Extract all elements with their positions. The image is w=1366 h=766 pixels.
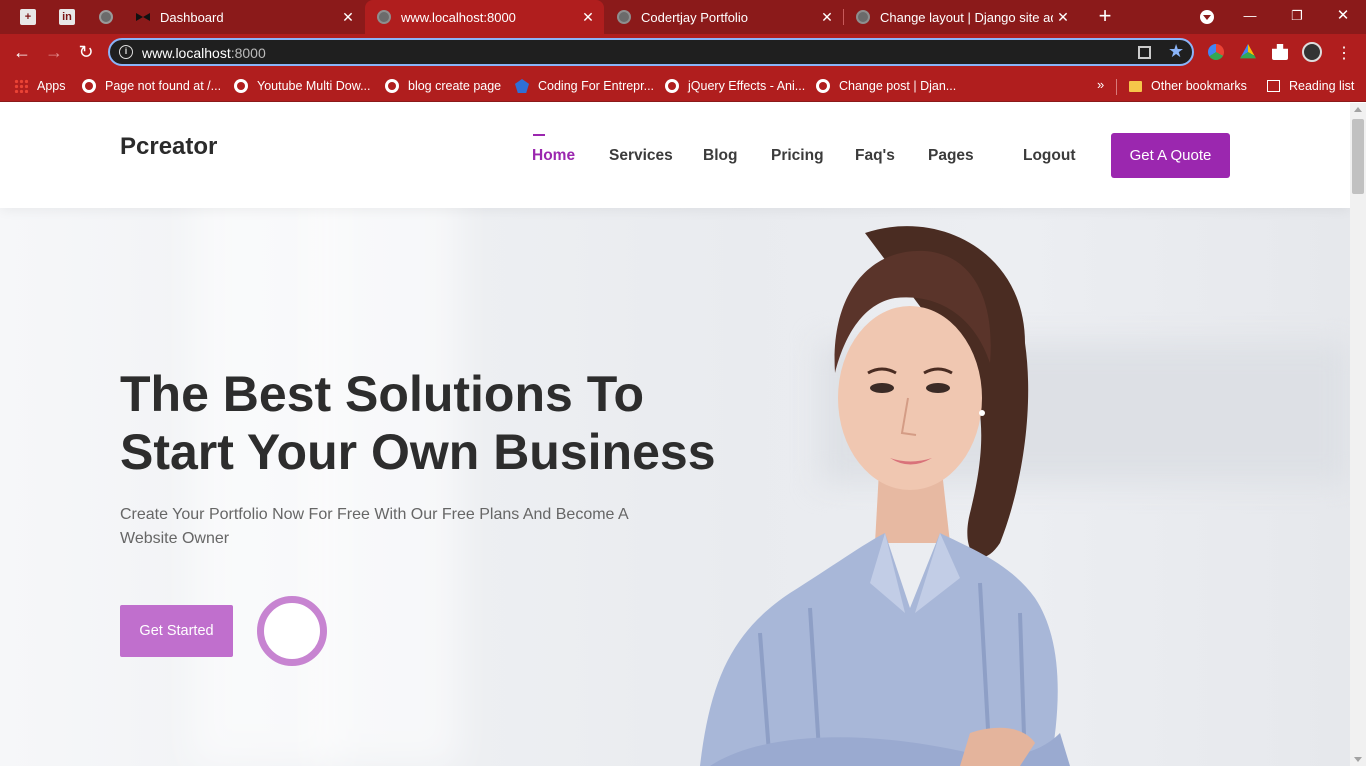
forward-button[interactable]: →: [43, 41, 65, 63]
back-button[interactable]: ←: [11, 41, 33, 63]
nav-services[interactable]: Services: [609, 147, 673, 165]
nav-pricing[interactable]: Pricing: [771, 147, 824, 165]
more-bookmarks-chevron[interactable]: »: [1097, 77, 1104, 92]
tab-title: Change layout | Django site adm: [880, 9, 1053, 25]
globe-icon: [385, 79, 399, 93]
drive-icon[interactable]: [1240, 44, 1256, 59]
globe-icon: [377, 10, 391, 24]
apps-grid-icon: [14, 79, 28, 93]
extension-icon[interactable]: [1208, 44, 1224, 60]
new-tab-button[interactable]: +: [1094, 5, 1116, 27]
bowtie-icon: [136, 10, 150, 24]
tab-title: Codertjay Portfolio: [641, 9, 748, 25]
page-scrollbar[interactable]: [1350, 103, 1366, 766]
bookmark-coding[interactable]: Coding For Entrepr...: [515, 76, 654, 96]
get-started-button[interactable]: Get Started: [120, 605, 233, 657]
get-a-quote-button[interactable]: Get A Quote: [1111, 133, 1230, 178]
close-icon[interactable]: ✕: [338, 9, 358, 26]
menu-kebab-icon[interactable]: ⋮: [1336, 43, 1352, 63]
tab-dashboard[interactable]: Dashboard ✕: [124, 0, 364, 34]
other-bookmarks[interactable]: Other bookmarks: [1129, 76, 1247, 96]
hero-headline: The Best Solutions To Start Your Own Bus…: [120, 366, 716, 480]
window-close-button[interactable]: ✕: [1333, 5, 1353, 27]
globe-icon: [665, 79, 679, 93]
scroll-down-arrow-icon[interactable]: [1354, 757, 1362, 762]
tab-portfolio[interactable]: Codertjay Portfolio ✕: [605, 0, 843, 34]
nav-faqs[interactable]: Faq's: [855, 147, 895, 165]
hero-woman-image: [700, 226, 1070, 766]
pinned-tab-3[interactable]: [95, 6, 117, 28]
close-icon[interactable]: ✕: [578, 9, 598, 26]
tab-localhost[interactable]: www.localhost:8000 ✕: [365, 0, 604, 34]
pinned-tab-linkedin[interactable]: in: [56, 6, 78, 28]
globe-icon: [234, 79, 248, 93]
reading-list-icon: [1267, 80, 1280, 92]
nav-pages[interactable]: Pages: [928, 147, 974, 165]
globe-icon: [82, 79, 96, 93]
tab-title: Dashboard: [160, 9, 224, 25]
minimize-button[interactable]: —: [1240, 5, 1260, 27]
bookmark-page-not-found[interactable]: Page not found at /...: [82, 76, 221, 96]
bookmark-blog-create[interactable]: blog create page: [385, 76, 501, 96]
site-info-icon[interactable]: i: [119, 45, 133, 59]
tab-title: www.localhost:8000: [401, 9, 516, 25]
hero-subtext: Create Your Portfolio Now For Free With …: [120, 506, 628, 547]
active-nav-indicator: [533, 134, 545, 136]
page-viewport: Pcreator Home Services Blog Pricing Faq'…: [0, 103, 1350, 766]
tab-django-admin[interactable]: Change layout | Django site adm ✕: [844, 0, 1079, 34]
bookmark-star-icon[interactable]: ★: [1168, 41, 1184, 62]
tab-search-icon[interactable]: [1200, 10, 1214, 24]
bookmark-jquery[interactable]: jQuery Effects - Ani...: [665, 76, 805, 96]
scrollbar-thumb[interactable]: [1352, 119, 1364, 194]
globe-icon: [99, 10, 113, 24]
bookmark-youtube[interactable]: Youtube Multi Dow...: [234, 76, 371, 96]
address-text[interactable]: www.localhost:8000: [142, 45, 266, 61]
globe-icon: [617, 10, 631, 24]
close-icon[interactable]: ✕: [817, 9, 837, 26]
reload-button[interactable]: ↻: [75, 41, 97, 63]
bookmark-apps[interactable]: Apps: [14, 76, 66, 96]
fox-icon: [515, 79, 529, 93]
pinned-tab-1[interactable]: +: [17, 6, 39, 28]
reading-list[interactable]: Reading list: [1267, 76, 1354, 96]
bookmark-change-post[interactable]: Change post | Djan...: [816, 76, 956, 96]
qr-code-icon[interactable]: [1138, 46, 1151, 59]
folder-icon: [1129, 80, 1142, 92]
play-video-button[interactable]: [257, 596, 327, 666]
scroll-up-arrow-icon[interactable]: [1354, 107, 1362, 112]
close-icon[interactable]: ✕: [1053, 9, 1073, 26]
nav-blog[interactable]: Blog: [703, 147, 737, 165]
globe-icon: [816, 79, 830, 93]
nav-home[interactable]: Home: [532, 147, 575, 165]
bookmarks-bar: Apps Page not found at /... Youtube Mult…: [0, 70, 1366, 102]
extensions-puzzle-icon[interactable]: [1272, 44, 1288, 60]
linkedin-icon: in: [59, 9, 75, 25]
site-logo[interactable]: Pcreator: [120, 133, 217, 161]
nav-logout[interactable]: Logout: [1023, 147, 1076, 165]
globe-icon: [856, 10, 870, 24]
app-icon: +: [20, 9, 36, 25]
site-header: Pcreator Home Services Blog Pricing Faq'…: [0, 103, 1350, 208]
restore-button[interactable]: ❐: [1287, 5, 1307, 27]
browser-tab-strip: + in Dashboard ✕ www.localhost:8000 ✕ Co…: [0, 0, 1366, 34]
profile-avatar[interactable]: [1302, 42, 1322, 62]
address-bar[interactable]: i www.localhost:8000 ★: [108, 38, 1194, 66]
browser-toolbar: ← → ↻ i www.localhost:8000 ★ ⋮: [0, 34, 1366, 70]
